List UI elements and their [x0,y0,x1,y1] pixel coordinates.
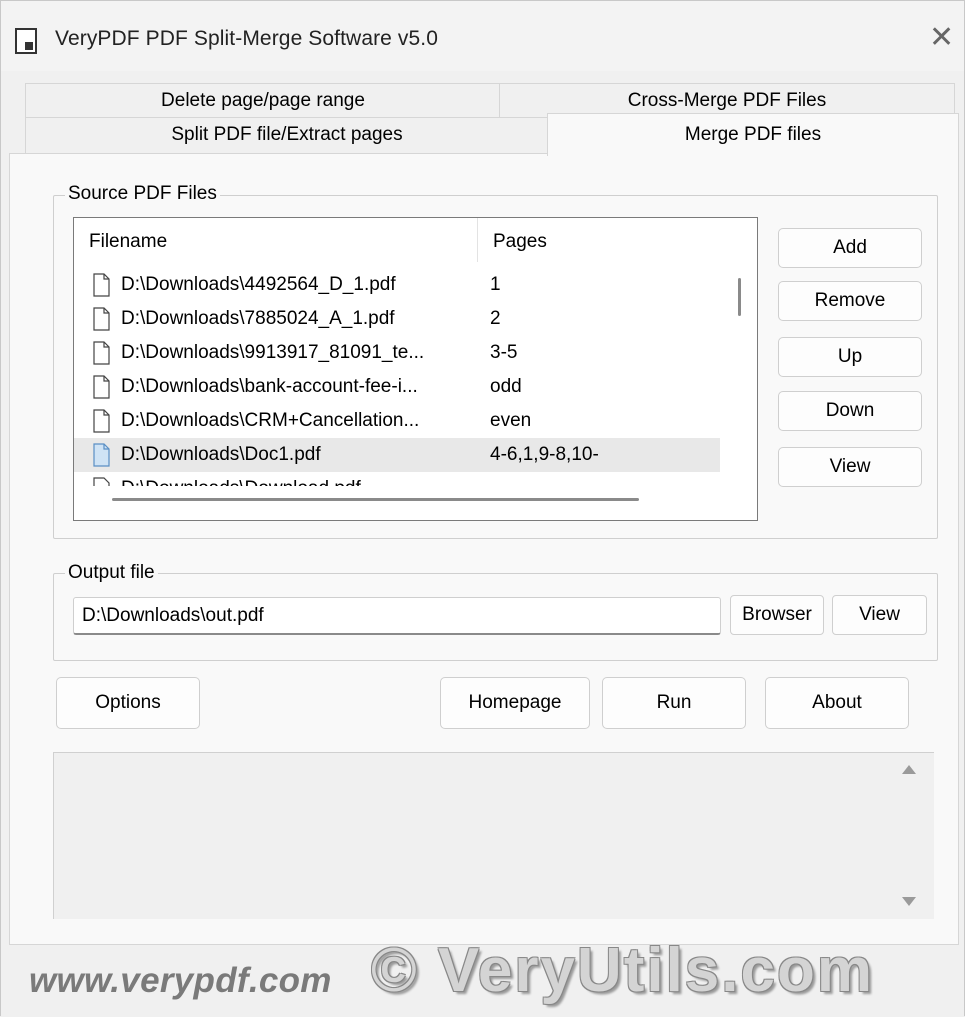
scroll-up-arrow-icon[interactable] [902,765,916,774]
homepage-button[interactable]: Homepage [440,677,590,729]
source-files-label: Source PDF Files [65,183,220,205]
list-item-filename: D:\Downloads\bank-account-fee-i... [121,376,418,397]
list-item-pages: 2 [490,308,501,329]
column-header-pages[interactable]: Pages [477,218,720,262]
list-item-pages: 3-5 [490,342,518,363]
watermark-brand: © VeryUtils.com [371,936,874,1005]
list-item-filename: D:\Downloads\4492564_D_1.pdf [121,274,396,295]
window-title: VeryPDF PDF Split-Merge Software v5.0 [55,27,438,50]
list-item[interactable]: D:\Downloads\CRM+Cancellation... even [74,404,720,438]
list-item-filename: D:\Downloads\7885024_A_1.pdf [121,308,395,329]
list-item-pages: 1 [490,274,501,295]
file-icon [93,375,110,399]
file-icon [93,443,110,467]
list-item-filename: D:\Downloads\Download.pdf [121,472,361,486]
list-item[interactable]: D:\Downloads\4492564_D_1.pdf 1 [74,268,720,302]
up-button[interactable]: Up [778,337,922,377]
app-window: VeryPDF PDF Split-Merge Software v5.0 ✕ … [0,0,965,1017]
view-source-button[interactable]: View [778,447,922,487]
list-item-pages: even [490,410,532,431]
app-icon [15,28,37,54]
log-output[interactable] [53,752,934,919]
list-header: Filename Pages [74,218,757,262]
tab-label: Merge PDF files [684,124,822,145]
tab-split-pdf[interactable]: Split PDF file/Extract pages [25,117,549,155]
file-icon [93,477,110,486]
watermark-url: www.verypdf.com [29,961,332,1000]
list-item-filename: D:\Downloads\CRM+Cancellation... [121,410,420,431]
tab-merge-pdf[interactable]: Merge PDF files [547,113,959,156]
output-file-input[interactable] [73,597,721,635]
tab-label: Split PDF file/Extract pages [171,124,403,145]
about-button[interactable]: About [765,677,909,729]
tab-label: Delete page/page range [161,90,365,111]
list-item[interactable]: D:\Downloads\7885024_A_1.pdf 2 [74,302,720,336]
down-button[interactable]: Down [778,391,922,431]
file-icon [93,341,110,365]
tab-delete-page-range[interactable]: Delete page/page range [25,83,501,119]
horizontal-scroll-thumb[interactable] [112,498,639,501]
remove-button[interactable]: Remove [778,281,922,321]
add-button[interactable]: Add [778,228,922,268]
view-output-button[interactable]: View [832,595,927,635]
close-icon[interactable]: ✕ [929,23,954,53]
file-icon [93,307,110,331]
source-files-list[interactable]: Filename Pages D:\Downloads\4492564_D_1.… [73,217,758,521]
title-bar: VeryPDF PDF Split-Merge Software v5.0 ✕ [1,1,964,71]
vertical-scroll-thumb[interactable] [738,278,741,316]
list-item-pages: 4-6,1,9-8,10- [490,444,599,465]
tab-label: Cross-Merge PDF Files [627,90,827,111]
horizontal-scrollbar[interactable] [74,486,757,520]
browser-button[interactable]: Browser [730,595,824,635]
scroll-down-arrow-icon[interactable] [902,897,916,906]
list-item-selected[interactable]: D:\Downloads\Doc1.pdf 4-6,1,9-8,10- [74,438,720,472]
column-header-filename[interactable]: Filename [74,218,477,262]
file-icon [93,273,110,297]
file-icon [93,409,110,433]
list-item-filename: D:\Downloads\Doc1.pdf [121,444,321,465]
list-item-filename: D:\Downloads\9913917_81091_te... [121,342,425,363]
run-button[interactable]: Run [602,677,746,729]
list-item-partial[interactable]: D:\Downloads\Download.pdf [74,472,720,486]
list-item[interactable]: D:\Downloads\bank-account-fee-i... odd [74,370,720,404]
options-button[interactable]: Options [56,677,200,729]
list-item-pages: odd [490,376,522,397]
output-file-label: Output file [65,562,158,584]
list-item[interactable]: D:\Downloads\9913917_81091_te... 3-5 [74,336,720,370]
